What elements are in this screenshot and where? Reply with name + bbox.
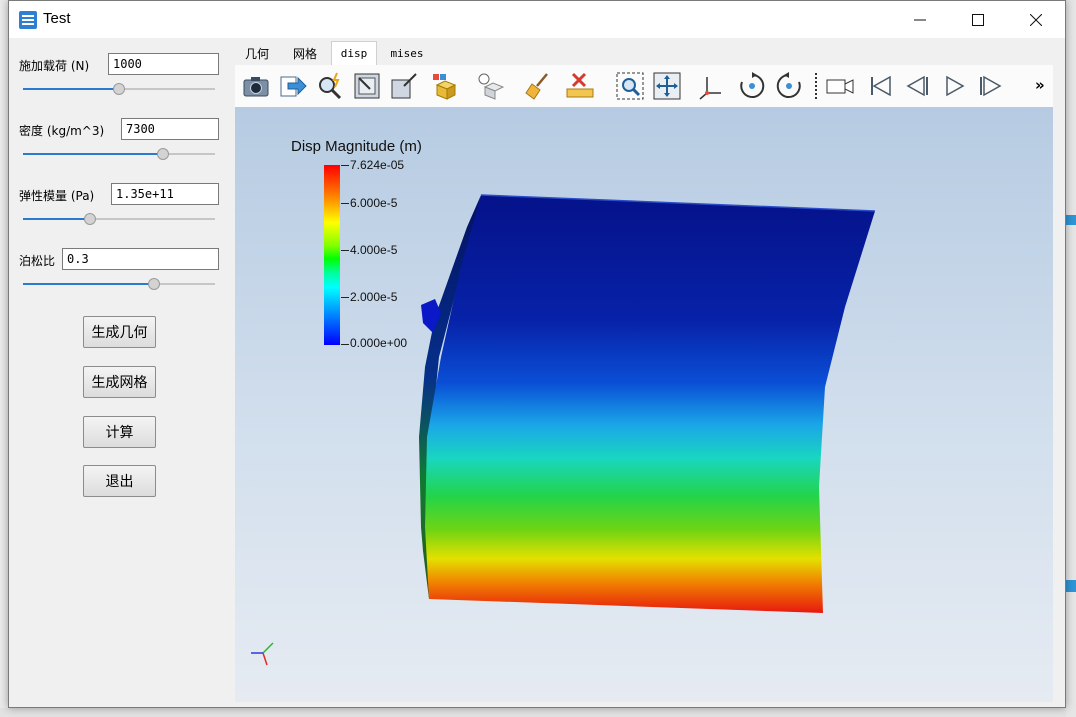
maximize-button[interactable]	[949, 1, 1007, 38]
desktop-background-strip	[0, 0, 8, 717]
generate-mesh-button[interactable]: 生成网格	[83, 366, 156, 398]
app-icon	[19, 11, 37, 29]
tab-geometry[interactable]: 几何	[235, 41, 279, 65]
slider-handle[interactable]	[113, 83, 125, 95]
density-input[interactable]: 7300	[121, 118, 219, 140]
tab-disp[interactable]: disp	[331, 41, 377, 65]
export-icon[interactable]	[278, 71, 308, 101]
toolbar-overflow-button[interactable]: »	[1035, 76, 1045, 94]
minimize-button[interactable]	[891, 1, 949, 38]
slider-handle[interactable]	[157, 148, 170, 160]
title-bar: Test	[9, 1, 1065, 38]
load-label: 施加载荷 (N)	[19, 59, 90, 73]
slider-handle[interactable]	[84, 213, 97, 225]
main-window: Test 施加载荷 (N) 1000 密度 (kg/m^3) 7300 弹性模量…	[8, 0, 1066, 708]
maximize-icon	[972, 13, 984, 26]
camera-video-icon[interactable]	[825, 71, 855, 101]
slider-fill	[23, 283, 154, 285]
prev-frame-icon[interactable]	[902, 71, 932, 101]
generate-geometry-button[interactable]: 生成几何	[83, 316, 156, 348]
poisson-label: 泊松比	[19, 254, 56, 268]
tab-mesh[interactable]: 网格	[281, 41, 329, 65]
minimize-icon	[914, 19, 926, 20]
camera-icon[interactable]	[241, 71, 271, 101]
slider-fill	[23, 88, 119, 90]
load-slider[interactable]	[23, 82, 215, 96]
poisson-slider[interactable]	[23, 277, 215, 291]
play-icon[interactable]	[939, 71, 969, 101]
render-icon[interactable]	[431, 71, 461, 101]
rotate-cw-icon[interactable]	[737, 71, 767, 101]
exit-button[interactable]: 退出	[83, 465, 156, 497]
modulus-input[interactable]: 1.35e+11	[111, 183, 219, 205]
axes-icon[interactable]	[697, 71, 727, 101]
reset-view-icon[interactable]	[352, 71, 382, 101]
ruler-delete-icon[interactable]	[565, 71, 595, 101]
compute-button[interactable]: 计算	[83, 416, 156, 448]
toolbar: »	[235, 65, 1053, 108]
modulus-label: 弹性模量 (Pa)	[19, 189, 95, 203]
slider-handle[interactable]	[147, 278, 160, 290]
close-button[interactable]	[1007, 1, 1065, 38]
modulus-slider[interactable]	[23, 212, 215, 226]
background-accent-strip	[1066, 580, 1076, 592]
background-accent-strip	[1066, 215, 1076, 225]
rotate-ccw-icon[interactable]	[774, 71, 804, 101]
slider-fill	[23, 153, 164, 155]
zoom-box-icon[interactable]	[389, 71, 419, 101]
deformed-plate-model	[419, 194, 876, 613]
probe-icon[interactable]	[315, 71, 345, 101]
poisson-input[interactable]: 0.3	[62, 248, 219, 270]
fit-all-icon[interactable]	[652, 71, 682, 101]
desktop-background-strip	[1066, 0, 1076, 717]
tab-mises[interactable]: mises	[381, 41, 433, 65]
desktop-background-strip	[0, 708, 1076, 717]
zoom-to-box-icon[interactable]	[615, 71, 645, 101]
window-title: Test	[43, 10, 71, 27]
last-frame-icon[interactable]	[976, 71, 1006, 101]
density-slider[interactable]	[23, 147, 215, 161]
orientation-axes-icon	[251, 642, 274, 666]
close-icon	[1030, 13, 1042, 26]
load-input[interactable]: 1000	[108, 53, 219, 75]
light-icon[interactable]	[475, 71, 505, 101]
render-viewport[interactable]: Disp Magnitude (m) 7.624e-05 6.000e-5 4.…	[235, 107, 1053, 702]
density-label: 密度 (kg/m^3)	[19, 124, 105, 138]
clear-icon[interactable]	[523, 71, 553, 101]
toolbar-separator	[815, 73, 817, 99]
first-frame-icon[interactable]	[865, 71, 895, 101]
slider-fill	[23, 218, 91, 220]
